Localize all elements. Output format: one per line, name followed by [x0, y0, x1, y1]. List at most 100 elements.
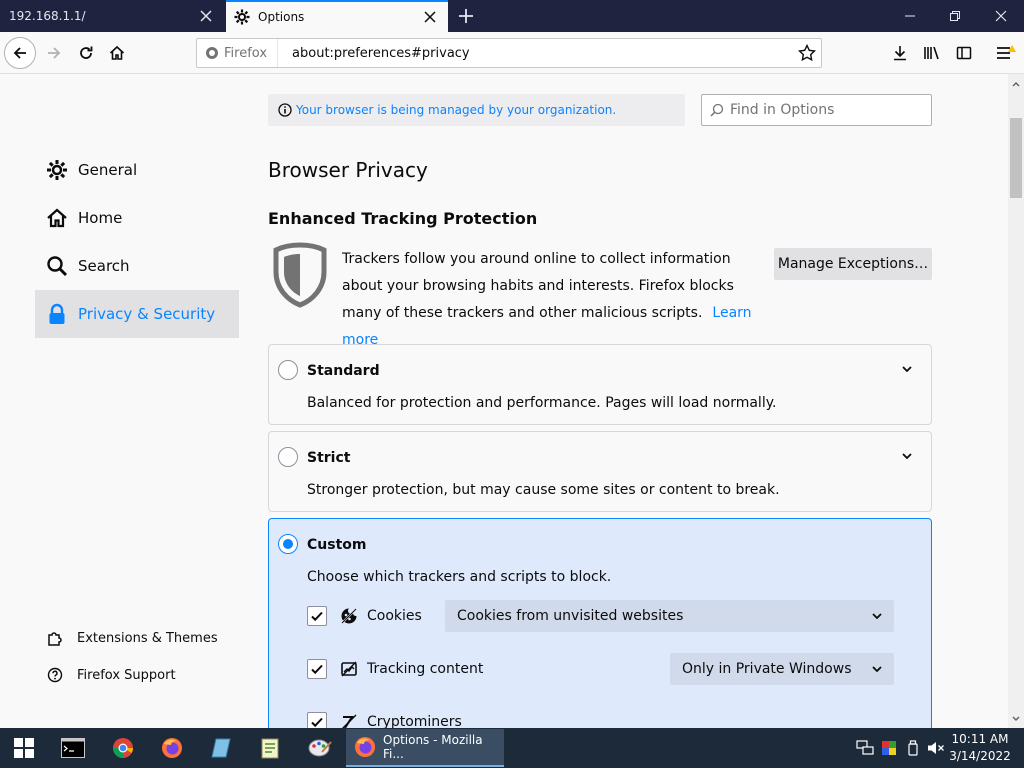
chevron-down-icon[interactable] — [899, 361, 915, 377]
clock-time: 10:11 AM — [951, 732, 1009, 746]
firefox-icon — [162, 738, 182, 758]
scroll-thumb[interactable] — [1010, 118, 1022, 198]
preferences-page: General Home Search Privacy & Security E… — [0, 74, 1008, 728]
strict-description: Stronger protection, but may cause some … — [307, 482, 780, 498]
category-label: General — [78, 161, 138, 179]
standard-mode-panel[interactable]: Standard Balanced for protection and per… — [268, 344, 932, 425]
usb-device-icon[interactable] — [903, 738, 923, 758]
chrome-icon — [112, 738, 134, 759]
category-search[interactable]: Search — [35, 242, 239, 290]
standard-radio[interactable] — [278, 360, 298, 380]
extensions-themes-link[interactable]: Extensions & Themes — [35, 623, 239, 653]
info-icon — [278, 103, 292, 117]
policies-notice[interactable]: Your browser is being managed by your or… — [268, 94, 685, 126]
volume-muted-icon[interactable] — [926, 738, 946, 758]
tab-bar: 192.168.1.1/ Options — [0, 0, 1024, 32]
color-display-icon[interactable] — [879, 738, 899, 758]
tracking-content-checkbox[interactable] — [307, 659, 327, 679]
standard-description: Balanced for protection and performance.… — [307, 395, 777, 411]
start-button[interactable] — [0, 728, 48, 768]
search-icon — [45, 254, 69, 278]
taskbar-paint[interactable] — [296, 728, 344, 768]
document-editor-icon — [261, 738, 279, 759]
taskbar-terminal[interactable] — [49, 728, 97, 768]
sidebar-button[interactable] — [948, 37, 980, 69]
cookies-checkbox[interactable] — [307, 606, 327, 626]
cryptominers-label[interactable]: Cryptominers — [367, 714, 462, 728]
paint-icon — [308, 739, 332, 757]
minimize-icon — [905, 15, 915, 17]
library-button[interactable] — [916, 37, 948, 69]
cookie-icon — [339, 606, 359, 626]
tab-options[interactable]: Options — [226, 0, 448, 32]
firefox-icon — [354, 736, 376, 758]
category-label: Home — [78, 209, 123, 227]
etp-heading: Enhanced Tracking Protection — [268, 209, 538, 228]
url-text[interactable]: about:preferences#privacy — [278, 46, 793, 61]
menu-button[interactable] — [990, 37, 1022, 69]
scroll-down-icon[interactable] — [1008, 710, 1024, 726]
chevron-down-icon[interactable] — [899, 448, 915, 464]
cryptominer-icon — [339, 712, 359, 728]
category-label: Search — [78, 257, 130, 275]
back-button[interactable] — [4, 37, 36, 69]
system-clock[interactable]: 10:11 AM 3/14/2022 — [944, 731, 1016, 765]
category-home[interactable]: Home — [35, 194, 239, 242]
custom-radio[interactable] — [278, 534, 298, 554]
bookmark-star-icon[interactable] — [793, 39, 821, 67]
home-icon — [109, 45, 125, 60]
strict-radio[interactable] — [278, 447, 298, 467]
custom-title: Custom — [307, 537, 367, 553]
tracking-content-label[interactable]: Tracking content — [367, 661, 483, 677]
taskbar-editor[interactable] — [246, 728, 294, 768]
minimize-button[interactable] — [887, 0, 933, 32]
firefox-support-link[interactable]: Firefox Support — [35, 660, 239, 690]
sidebar-icon — [956, 46, 972, 60]
cookies-dropdown[interactable]: Cookies from unvisited websites — [445, 600, 894, 632]
close-tab-icon[interactable] — [422, 9, 438, 25]
notepad-icon — [211, 738, 231, 758]
tab-label: 192.168.1.1/ — [9, 9, 86, 23]
home-button[interactable] — [101, 37, 133, 69]
restore-button[interactable] — [932, 0, 978, 32]
page-scrollbar[interactable] — [1008, 74, 1024, 728]
help-icon — [47, 667, 63, 683]
cryptominers-checkbox[interactable] — [307, 712, 327, 728]
tracking-content-dropdown[interactable]: Only in Private Windows — [670, 653, 894, 685]
plus-icon — [459, 9, 473, 23]
search-placeholder: Find in Options — [730, 102, 835, 118]
forward-button[interactable] — [38, 37, 70, 69]
network-icon[interactable] — [855, 738, 875, 758]
category-general[interactable]: General — [35, 146, 239, 194]
scroll-up-icon[interactable] — [1008, 76, 1024, 92]
identity-box[interactable]: Firefox — [197, 39, 279, 67]
reload-button[interactable] — [70, 37, 102, 69]
custom-mode-panel[interactable]: Custom Choose which trackers and scripts… — [268, 518, 932, 728]
lock-icon — [45, 302, 69, 326]
find-in-options-input[interactable]: Find in Options — [701, 94, 932, 126]
chevron-down-icon — [872, 666, 882, 672]
close-tab-icon[interactable] — [198, 8, 214, 24]
tab-router[interactable]: 192.168.1.1/ — [0, 0, 224, 32]
taskbar-firefox-window[interactable]: Options - Mozilla Fi... — [346, 729, 504, 767]
taskbar-window-label: Options - Mozilla Fi... — [383, 733, 483, 761]
navigation-toolbar: Firefox about:preferences#privacy — [0, 32, 1024, 74]
close-window-button[interactable] — [978, 0, 1024, 32]
taskbar-firefox[interactable] — [148, 728, 196, 768]
manage-exceptions-button[interactable]: Manage Exceptions… — [774, 248, 932, 280]
taskbar-notepad[interactable] — [197, 728, 245, 768]
new-tab-button[interactable] — [454, 4, 478, 28]
tracking-content-dropdown-value: Only in Private Windows — [682, 661, 852, 677]
strict-mode-panel[interactable]: Strict Stronger protection, but may caus… — [268, 431, 932, 512]
strict-title: Strict — [307, 450, 351, 466]
terminal-icon — [61, 738, 85, 758]
back-arrow-icon — [13, 47, 26, 59]
search-icon — [710, 103, 724, 117]
address-bar[interactable]: Firefox about:preferences#privacy — [196, 38, 822, 68]
cookies-label[interactable]: Cookies — [367, 608, 422, 624]
taskbar-chrome[interactable] — [99, 728, 147, 768]
identity-label: Firefox — [224, 45, 268, 61]
category-privacy-security[interactable]: Privacy & Security — [35, 290, 239, 338]
downloads-button[interactable] — [884, 37, 916, 69]
taskbar: Options - Mozilla Fi... 10:11 AM 3/14/20… — [0, 728, 1024, 768]
